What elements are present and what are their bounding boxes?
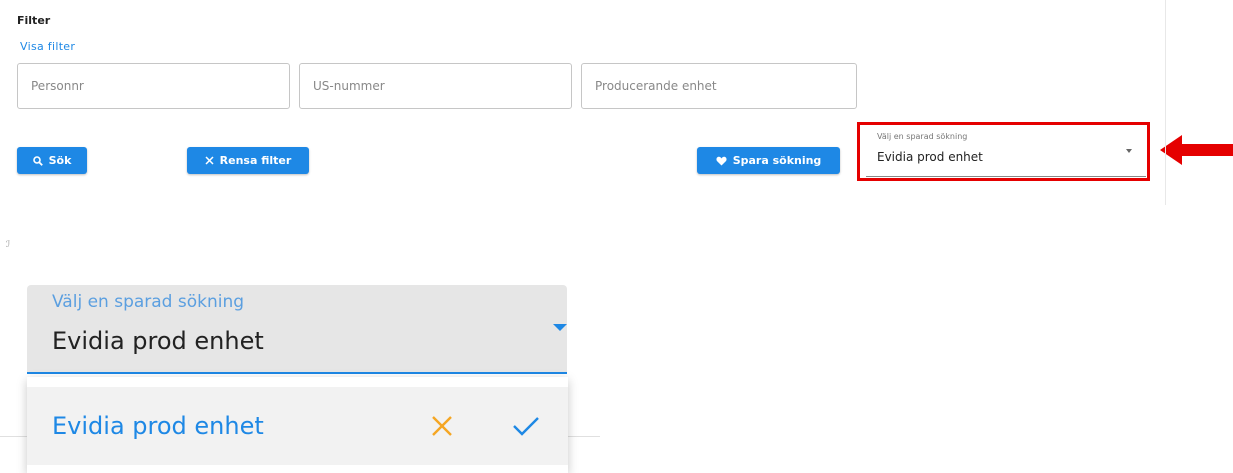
us-nummer-input[interactable]: [300, 64, 571, 108]
personnr-input[interactable]: [18, 64, 289, 108]
highlight-box: [857, 122, 1150, 181]
list-item[interactable]: Evidia prod enhet: [27, 387, 568, 465]
producerande-enhet-input[interactable]: [582, 64, 856, 108]
caret-down-icon[interactable]: [553, 324, 567, 331]
search-button-label: Sök: [48, 154, 72, 167]
arrow-left-icon: [1160, 135, 1233, 169]
clear-filter-button[interactable]: Rensa filter: [187, 147, 309, 174]
zoomed-saved-search-select[interactable]: Välj en sparad sökning Evidia prod enhet: [27, 285, 567, 374]
search-button[interactable]: Sök: [17, 147, 87, 174]
close-icon: [205, 156, 214, 165]
zoomed-saved-search-label: Välj en sparad sökning: [52, 292, 245, 312]
producerande-enhet-field[interactable]: [581, 63, 857, 109]
check-icon[interactable]: [512, 415, 540, 441]
search-icon: [32, 155, 43, 166]
delete-icon[interactable]: [430, 414, 454, 442]
personnr-field[interactable]: [17, 63, 290, 109]
option-label: Evidia prod enhet: [52, 412, 264, 440]
filter-title: Filter: [17, 14, 51, 27]
clear-filter-button-label: Rensa filter: [219, 154, 292, 167]
save-search-button-label: Spara sökning: [732, 154, 822, 167]
stray-mark: ℐ: [6, 240, 11, 250]
saved-search-menu: Evidia prod enhet: [27, 377, 568, 473]
us-nummer-field[interactable]: [299, 63, 572, 109]
heart-icon: [716, 156, 727, 166]
divider: [1165, 0, 1166, 205]
zoomed-saved-search-value: Evidia prod enhet: [52, 327, 264, 355]
save-search-button[interactable]: Spara sökning: [697, 147, 840, 174]
show-filter-link[interactable]: Visa filter: [20, 40, 75, 53]
